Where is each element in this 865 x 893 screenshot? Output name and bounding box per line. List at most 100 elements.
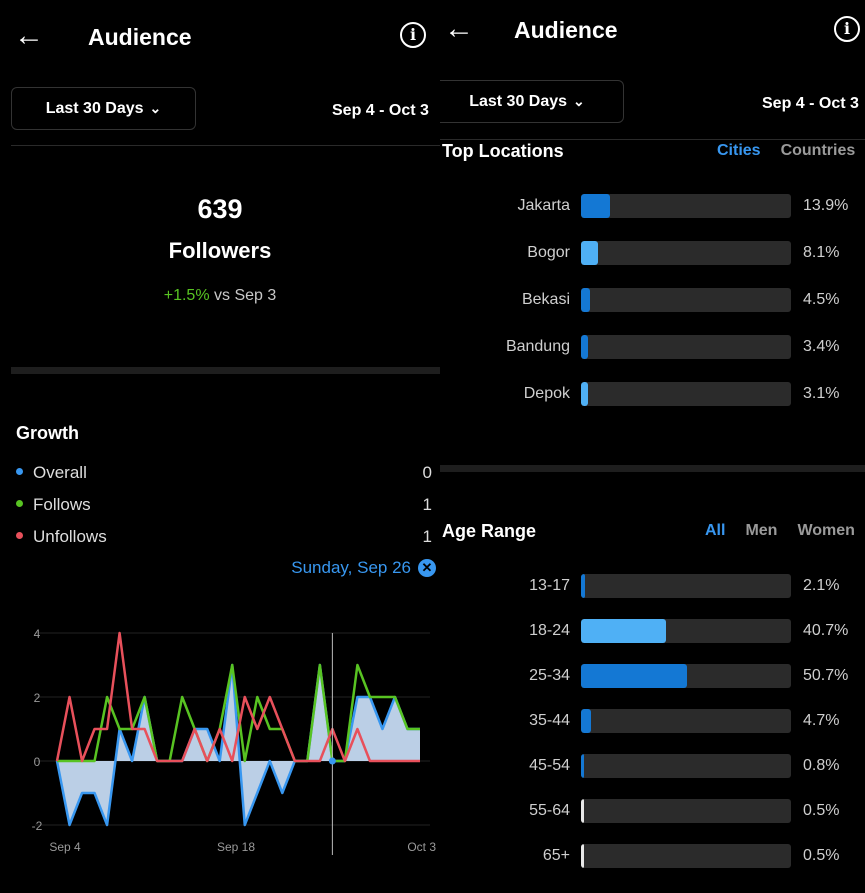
location-bar-track: [581, 382, 791, 406]
age-row: 65+ 0.5%: [440, 844, 865, 870]
location-label: Jakarta: [517, 197, 570, 214]
age-bar-track: [581, 709, 791, 733]
growth-title: Growth: [16, 423, 79, 443]
location-row: Bekasi 4.5%: [440, 288, 865, 314]
unfollows-dot-icon: [16, 532, 23, 540]
x-tick-label: Sep 4: [49, 840, 81, 854]
age-tabs: All Men Women: [685, 522, 855, 540]
y-tick-label: 4: [34, 627, 41, 641]
legend-label: Unfollows: [33, 527, 107, 546]
x-tick-label: Oct 3: [407, 840, 436, 854]
age-bar-fill: [581, 619, 667, 643]
overall-dot-icon: [16, 468, 23, 476]
demographics-panel: ← Audience i Last 30 Days ⌄ Sep 4 - Oct …: [440, 0, 865, 893]
location-value: 3.4%: [803, 338, 840, 355]
tab-all[interactable]: All: [705, 522, 725, 540]
location-value: 4.5%: [803, 291, 840, 308]
age-bar-track: [581, 619, 791, 643]
date-range-dropdown[interactable]: Last 30 Days ⌄: [11, 87, 196, 130]
section-divider: [11, 367, 440, 374]
arrow-left-icon[interactable]: ←: [14, 21, 44, 51]
age-bar-track: [581, 574, 791, 598]
age-bar-fill: [581, 844, 584, 868]
age-value: 50.7%: [803, 667, 849, 684]
location-value: 8.1%: [803, 244, 840, 261]
date-range-dropdown[interactable]: Last 30 Days ⌄: [440, 80, 624, 123]
age-value: 4.7%: [803, 712, 840, 729]
location-bar-track: [581, 288, 791, 312]
divider: [11, 145, 440, 146]
tab-countries[interactable]: Countries: [781, 142, 856, 160]
legend-value: 0: [422, 463, 432, 482]
location-bar-fill: [581, 194, 611, 218]
location-value: 3.1%: [803, 385, 840, 402]
age-label: 45-54: [529, 757, 570, 774]
tab-men[interactable]: Men: [745, 522, 777, 540]
age-range-title: Age Range: [442, 521, 537, 541]
location-bar-track: [581, 335, 791, 359]
location-bar-fill: [581, 241, 598, 265]
age-row: 35-44 4.7%: [440, 709, 865, 735]
location-label: Bogor: [527, 244, 570, 261]
location-bar-fill: [581, 335, 589, 359]
age-bar-fill: [581, 799, 584, 823]
location-label: Bandung: [505, 338, 570, 355]
age-label: 35-44: [529, 712, 570, 729]
age-label: 65+: [542, 847, 570, 864]
x-tick-label: Sep 18: [217, 840, 255, 854]
legend-overall: Overall 0: [16, 463, 436, 483]
legend-value: 1: [422, 527, 432, 546]
change-percent: +1.5%: [163, 287, 210, 304]
location-row: Jakarta 13.9%: [440, 194, 865, 220]
age-row: 18-24 40.7%: [440, 619, 865, 645]
age-bar-fill: [581, 709, 591, 733]
legend-label: Overall: [33, 463, 87, 482]
tab-cities[interactable]: Cities: [717, 142, 761, 160]
date-range-label: Last 30 Days: [45, 99, 144, 117]
tab-women[interactable]: Women: [797, 522, 854, 540]
location-bar-track: [581, 241, 791, 265]
age-bar-track: [581, 754, 791, 778]
age-value: 2.1%: [803, 577, 840, 594]
location-value: 13.9%: [803, 197, 849, 214]
legend-follows: Follows 1: [16, 495, 436, 515]
chevron-down-icon: ⌄: [149, 100, 162, 116]
date-range-text: Sep 4 - Oct 3: [762, 95, 859, 112]
age-label: 55-64: [529, 802, 570, 819]
divider: [440, 139, 865, 140]
change-comparison: vs Sep 3: [209, 287, 277, 304]
location-bar-fill: [581, 382, 588, 406]
y-tick-label: 2: [34, 691, 41, 705]
age-row: 45-54 0.8%: [440, 754, 865, 780]
legend-value: 1: [422, 495, 432, 514]
location-bar-track: [581, 194, 791, 218]
selection-point: [328, 757, 336, 765]
info-icon[interactable]: i: [834, 16, 860, 42]
growth-chart[interactable]: 4 2 0 -2 Sep 4 Sep 18 Oct 3: [0, 593, 440, 893]
age-row: 25-34 50.7%: [440, 664, 865, 690]
legend-unfollows: Unfollows 1: [16, 527, 436, 547]
arrow-left-icon[interactable]: ←: [444, 14, 474, 44]
age-value: 0.8%: [803, 757, 840, 774]
age-bar-fill: [581, 754, 584, 778]
age-bar-fill: [581, 664, 688, 688]
selected-date[interactable]: Sunday, Sep 26 ✕: [291, 558, 436, 578]
close-circle-icon[interactable]: ✕: [418, 559, 436, 577]
age-value: 40.7%: [803, 622, 849, 639]
info-icon[interactable]: i: [400, 22, 426, 48]
age-value: 0.5%: [803, 802, 840, 819]
date-range-text: Sep 4 - Oct 3: [332, 102, 429, 119]
age-label: 18-24: [529, 622, 570, 639]
locations-tabs: Cities Countries: [697, 142, 855, 160]
selected-date-label: Sunday, Sep 26: [291, 558, 411, 577]
page-title: Audience: [88, 24, 192, 50]
age-bar-fill: [581, 574, 586, 598]
age-label: 25-34: [529, 667, 570, 684]
page-title: Audience: [514, 17, 618, 43]
age-bar-track: [581, 799, 791, 823]
age-row: 13-17 2.1%: [440, 574, 865, 600]
location-row: Bogor 8.1%: [440, 241, 865, 267]
followers-count: 639: [197, 194, 243, 224]
y-tick-label: 0: [34, 755, 41, 769]
followers-label: Followers: [168, 238, 272, 263]
